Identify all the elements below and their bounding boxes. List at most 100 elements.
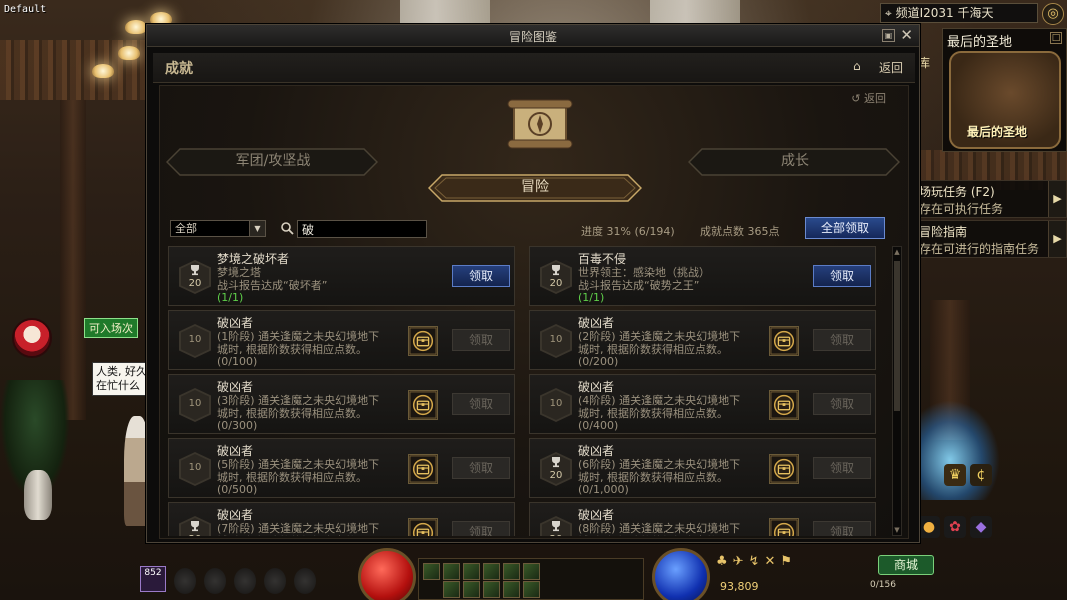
claim-button[interactable]: 领取 xyxy=(452,265,510,287)
achievement-card[interactable]: 20 破凶者 (6阶段) 通关逢魔之未央幻境地下 城时, 根据阶数获得相应点数。 (0/… xyxy=(529,438,876,498)
skill-slot[interactable] xyxy=(503,581,520,598)
category-filter-select[interactable]: 全部 ▼ xyxy=(170,220,266,237)
reward-chest-icon[interactable] xyxy=(408,518,438,536)
debug-label: Default xyxy=(4,4,47,15)
potion-slot[interactable] xyxy=(264,568,286,594)
scroll-thumb[interactable] xyxy=(894,261,900,411)
achievement-card[interactable]: 20 梦境之破坏者 梦境之塔 战斗报告达成“破坏者” (1/1) 领取 xyxy=(168,246,515,306)
achievement-points-badge: 10 xyxy=(179,324,211,358)
claim-button[interactable]: 领取 xyxy=(452,329,510,351)
achievement-card[interactable]: 10 破凶者 (5阶段) 通关逢魔之未央幻境地下 城时, 根据阶数获得相应点数。 (0/… xyxy=(168,438,515,498)
window-titlebar[interactable]: 冒险图鉴 ▣ ✕ xyxy=(147,25,919,47)
arrow-right-icon[interactable]: ▶ xyxy=(1048,181,1066,217)
skill-slot[interactable] xyxy=(463,581,480,598)
reward-chest-icon[interactable] xyxy=(769,326,799,356)
channel-indicator[interactable]: ⌖ 频道I2031 千海天 xyxy=(880,3,1038,23)
points-value: 10 xyxy=(549,398,563,409)
skill-slot[interactable] xyxy=(483,581,500,598)
minimap[interactable]: 最后的圣地 □ 最后的圣地 xyxy=(942,28,1067,152)
reward-chest-icon[interactable] xyxy=(408,390,438,420)
points-value: 10 xyxy=(188,334,202,345)
claim-button[interactable]: 领取 xyxy=(452,393,510,415)
tab-growth[interactable]: 成长 xyxy=(690,148,900,176)
scroll-up-icon[interactable]: ▲ xyxy=(893,247,901,257)
reward-chest-icon[interactable] xyxy=(408,326,438,356)
achievement-progress: (0/500) xyxy=(217,483,258,496)
potion-slot[interactable] xyxy=(294,568,316,594)
pillar-left xyxy=(60,100,86,420)
achievement-points: 成就点数 365点 xyxy=(700,225,780,238)
scroll-down-icon[interactable]: ▼ xyxy=(893,525,901,535)
quick-menu-icons[interactable]: ♣✈↯✕⚑ xyxy=(716,554,797,569)
skill-slot[interactable] xyxy=(523,581,540,598)
achievement-card[interactable]: 10 破凶者 (4阶段) 通关逢魔之未央幻境地下 城时, 根据阶数获得相应点数。 (0/… xyxy=(529,374,876,434)
achievement-card[interactable]: 10 破凶者 (3阶段) 通关逢魔之未央幻境地下 城时, 根据阶数获得相应点数。 (0/… xyxy=(168,374,515,434)
achievement-card[interactable]: 20 百毒不侵 世界领主：感染地（挑战） 战斗报告达成“破势之王” (1/1) 领取 xyxy=(529,246,876,306)
settings-round-button[interactable]: ◎ xyxy=(1042,3,1064,25)
achievement-points-badge: 20 xyxy=(540,452,572,486)
potion-slot[interactable] xyxy=(174,568,196,594)
home-icon[interactable]: ⌂ xyxy=(853,59,867,73)
skill-slot[interactable] xyxy=(503,563,520,580)
skill-slot[interactable] xyxy=(483,563,500,580)
npc-avatar[interactable] xyxy=(12,318,52,358)
achievement-progress: (0/300) xyxy=(217,419,258,432)
claim-button[interactable]: 领取 xyxy=(813,329,871,351)
potion-slot[interactable] xyxy=(234,568,256,594)
skill-slot[interactable] xyxy=(443,563,460,580)
claim-button[interactable]: 领取 xyxy=(813,521,871,536)
reward-chest-icon[interactable] xyxy=(769,518,799,536)
npc-entry-tag[interactable]: 可入场次 xyxy=(84,318,138,338)
shop-button[interactable]: 商城 xyxy=(878,555,934,575)
minimap-area[interactable]: 最后的圣地 xyxy=(949,51,1061,149)
achievement-card[interactable]: 10 破凶者 (2阶段) 通关逢魔之未央幻境地下 城时, 根据阶数获得相应点数。 (0/… xyxy=(529,310,876,370)
achievement-progress: (0/200) xyxy=(578,355,619,368)
page-header: 成就 ⌂ 返回 xyxy=(153,53,915,83)
claim-button[interactable]: 领取 xyxy=(452,521,510,536)
arrow-right-icon[interactable]: ▶ xyxy=(1048,221,1066,257)
points-value: 10 xyxy=(549,334,563,345)
crown-icon[interactable]: ♛ xyxy=(944,464,966,486)
minimap-close-icon[interactable]: □ xyxy=(1050,32,1062,44)
gem-icon[interactable]: ◆ xyxy=(970,516,992,538)
potion-slot[interactable] xyxy=(204,568,226,594)
skill-slot[interactable] xyxy=(423,563,440,580)
achievement-points-badge: 20 xyxy=(540,516,572,536)
claim-button[interactable]: 领取 xyxy=(813,265,871,287)
reward-chest-icon[interactable] xyxy=(408,454,438,484)
side-task-1[interactable]: 冒险指南 存在可进行的指南任务 ▶ xyxy=(912,220,1067,258)
tab-adventure[interactable]: 冒险 xyxy=(430,174,640,202)
minimize-icon[interactable]: ▣ xyxy=(882,29,895,42)
scrollbar[interactable]: ▲ ▼ xyxy=(892,246,902,536)
search-input[interactable] xyxy=(297,220,427,238)
claim-button[interactable]: 领取 xyxy=(452,457,510,479)
achievement-card[interactable]: 20破凶者(7阶段) 通关逢魔之未央幻境地下城时, 根据阶数获得相应点数。(0/… xyxy=(168,502,515,536)
skill-slot[interactable] xyxy=(523,563,540,580)
flower-icon[interactable]: ✿ xyxy=(944,516,966,538)
claim-button[interactable]: 领取 xyxy=(813,393,871,415)
reward-chest-icon[interactable] xyxy=(769,390,799,420)
achievement-list: 20 梦境之破坏者 梦境之塔 战斗报告达成“破坏者” (1/1) 领取 20 百毒不侵 世界领主… xyxy=(168,246,890,536)
claim-button[interactable]: 领取 xyxy=(813,457,871,479)
hp-orb xyxy=(358,548,416,600)
skill-slot[interactable] xyxy=(443,581,460,598)
skill-slot[interactable] xyxy=(463,563,480,580)
reward-chest-icon[interactable] xyxy=(769,454,799,484)
chevron-down-icon[interactable]: ▼ xyxy=(249,221,265,236)
claim-all-button[interactable]: 全部领取 xyxy=(805,217,885,239)
trophy-icon xyxy=(552,521,560,532)
tab-legion-raid[interactable]: 军团/攻坚战 xyxy=(168,148,378,176)
side-task-0[interactable]: 场玩任务 (F2) 存在可执行任务 ▶ xyxy=(912,180,1067,218)
search-icon xyxy=(281,222,294,235)
sub-back-label: 返回 xyxy=(864,92,886,105)
close-icon[interactable]: ✕ xyxy=(900,26,913,44)
achievement-card[interactable]: 20破凶者(8阶段) 通关逢魔之未央幻境地下城时, 根据阶数获得相应点数。(0/… xyxy=(529,502,876,536)
achievement-card[interactable]: 10 破凶者 (1阶段) 通关逢魔之未央幻境地下 城时, 根据阶数获得相应点数。 (0/… xyxy=(168,310,515,370)
coin-icon[interactable]: ¢ xyxy=(970,464,992,486)
gold-amount: 93,809 xyxy=(720,580,759,593)
map-pin-icon[interactable]: ● xyxy=(918,516,940,538)
back-button[interactable]: 返回 xyxy=(879,59,903,76)
trophy-icon xyxy=(552,457,560,468)
consumable-slots xyxy=(170,568,320,598)
sub-back-button[interactable]: ↺ 返回 xyxy=(851,90,886,106)
